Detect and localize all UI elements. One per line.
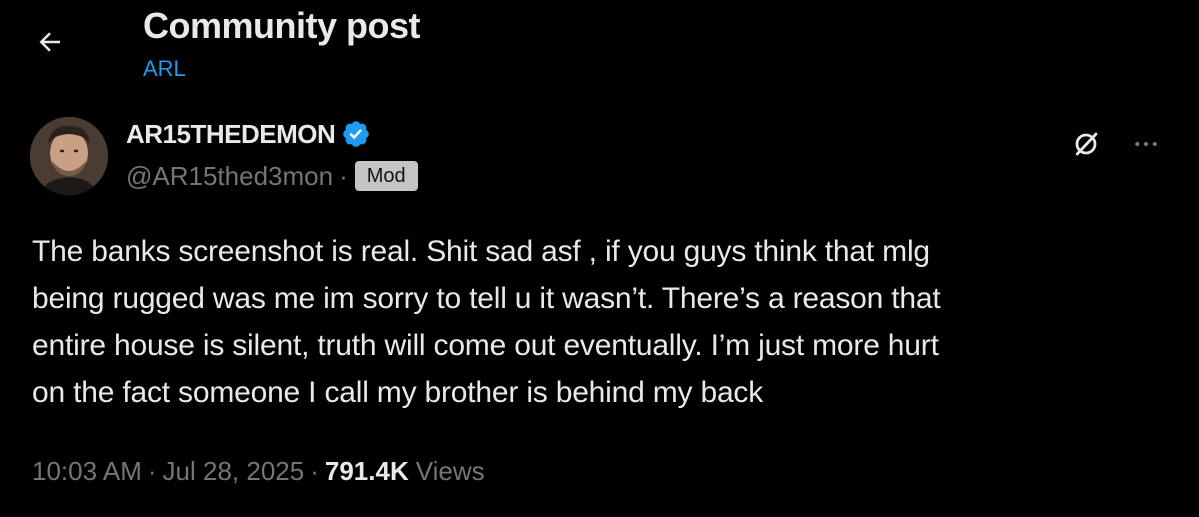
grok-button[interactable] <box>1066 124 1106 164</box>
post-text-line: being rugged was me im sorry to tell u i… <box>32 282 941 315</box>
handle-row: @AR15thed3mon · Mod <box>126 160 418 192</box>
author-name-row: AR15THEDEMON <box>126 118 371 150</box>
arrow-left-icon <box>39 32 60 52</box>
post-date[interactable]: Jul 28, 2025 <box>163 454 305 488</box>
mod-badge: Mod <box>354 161 418 191</box>
post-text: The banks screenshot is real. Shit sad a… <box>32 228 1152 416</box>
more-button[interactable] <box>1126 124 1166 164</box>
verified-badge-icon <box>341 119 371 149</box>
meta-separator: · <box>310 456 319 486</box>
post-meta: 10:03 AM · Jul 28, 2025 · 791.4K Views <box>32 454 485 488</box>
author-handle[interactable]: @AR15thed3mon <box>126 160 333 192</box>
post-time[interactable]: 10:03 AM <box>32 454 142 488</box>
page-title: Community post <box>143 5 421 46</box>
community-link[interactable]: ARL <box>143 55 186 83</box>
page-header: Community post ARL <box>0 0 1199 100</box>
post-text-line: on the fact someone I call my brother is… <box>32 376 764 409</box>
post-text-line: entire house is silent, truth will come … <box>32 329 939 362</box>
post-text-line: The banks screenshot is real. Shit sad a… <box>32 235 930 268</box>
grok-icon <box>1075 132 1098 156</box>
views-count[interactable]: 791.4K <box>325 454 409 488</box>
avatar[interactable] <box>30 117 108 195</box>
views-label: Views <box>415 456 485 486</box>
back-button[interactable] <box>28 20 72 64</box>
more-horizontal-icon <box>1135 141 1157 147</box>
meta-separator: · <box>147 456 157 486</box>
avatar-image <box>30 117 108 195</box>
author-name[interactable]: AR15THEDEMON <box>126 118 336 150</box>
handle-separator: · <box>339 161 348 191</box>
